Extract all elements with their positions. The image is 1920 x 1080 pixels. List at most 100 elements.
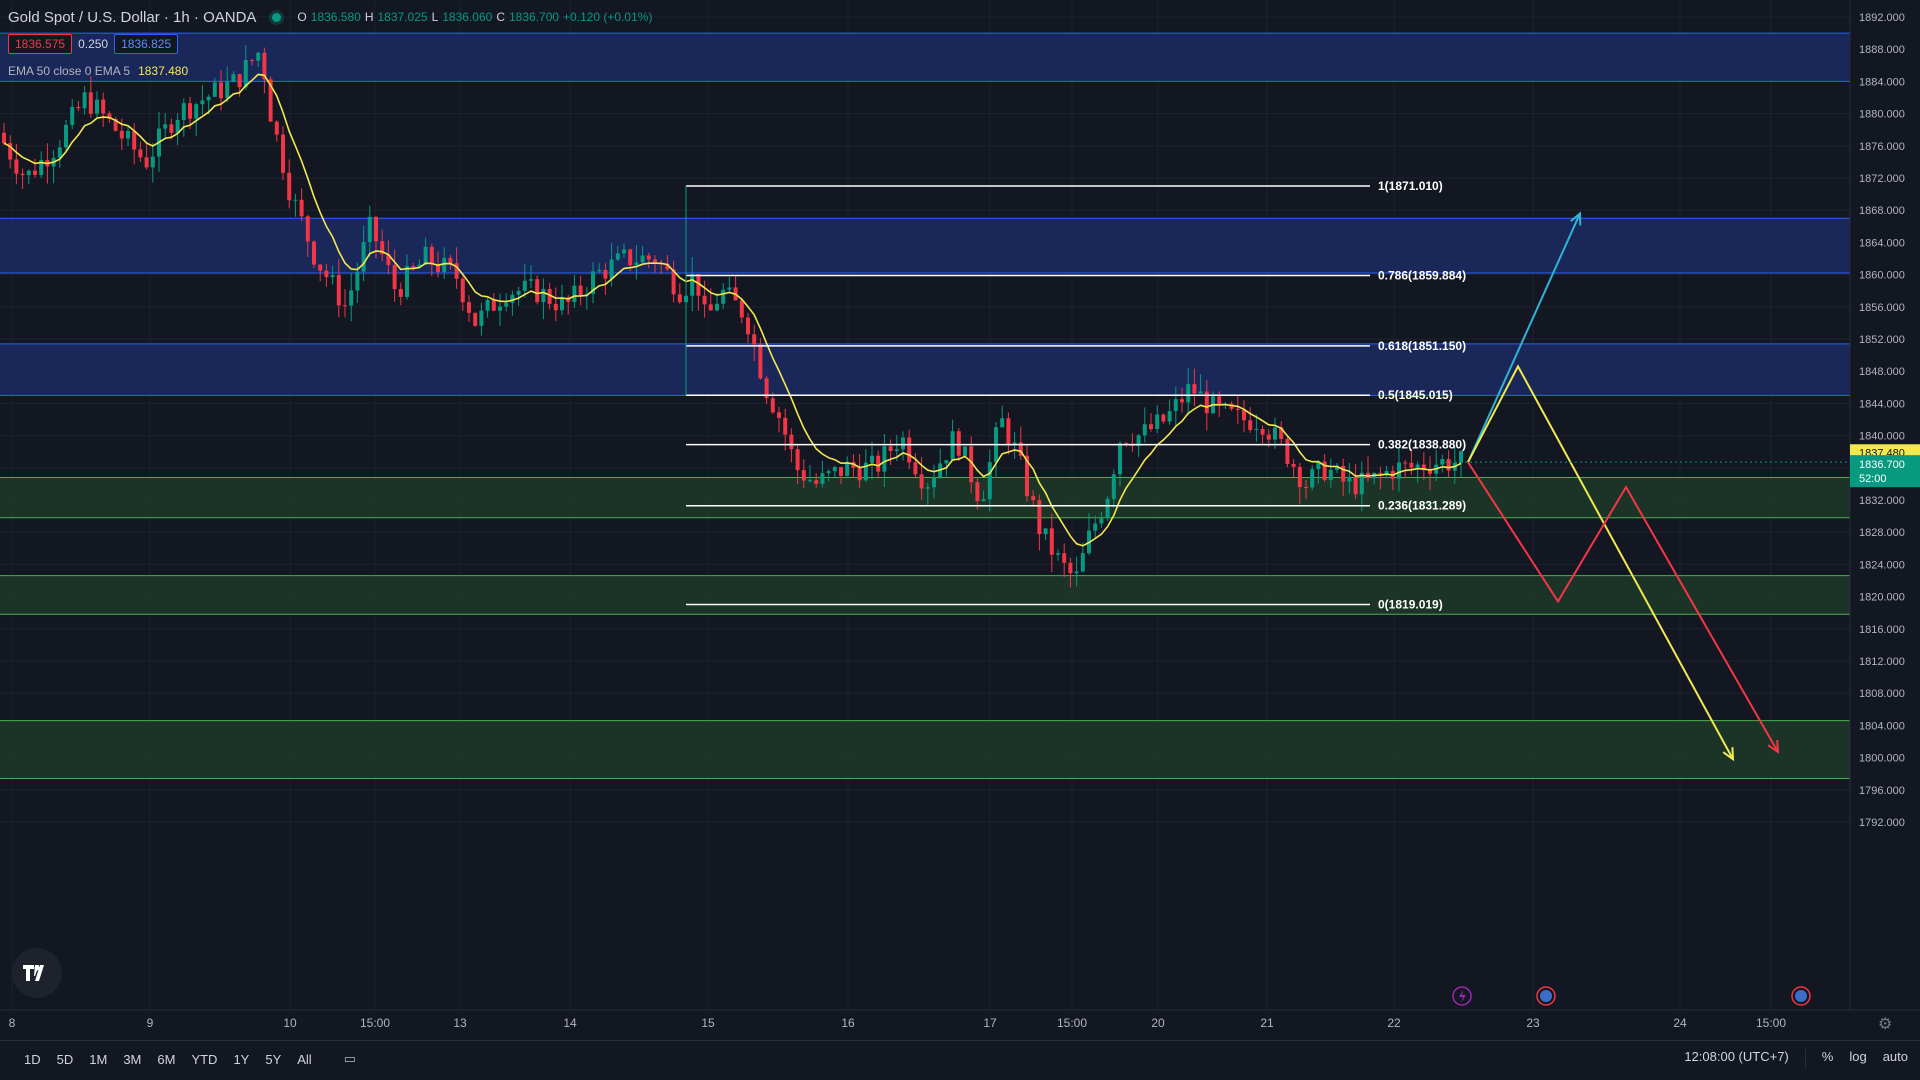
- candle-body: [1198, 391, 1203, 394]
- candle-body: [243, 60, 248, 88]
- timeframe-5d[interactable]: 5D: [49, 1052, 82, 1067]
- candle-body: [708, 304, 713, 311]
- candle-body: [628, 249, 633, 266]
- date-range-icon[interactable]: ▭: [344, 1051, 356, 1067]
- log-toggle[interactable]: log: [1849, 1049, 1866, 1069]
- candle-body: [944, 460, 949, 464]
- timeframe-6m[interactable]: 6M: [149, 1052, 183, 1067]
- candle-body: [888, 446, 893, 451]
- auto-toggle[interactable]: auto: [1883, 1049, 1908, 1069]
- price-axis-label: 1800.000: [1859, 753, 1905, 765]
- candle-body: [832, 467, 837, 472]
- candle-body: [1099, 518, 1104, 524]
- settings-gear-icon[interactable]: ⚙: [1878, 1014, 1892, 1034]
- candle-body: [188, 103, 192, 119]
- candle-body: [287, 172, 292, 201]
- price-axis-label: 1892.000: [1859, 12, 1905, 24]
- indicator-legend[interactable]: EMA 50 close 0 EMA 5 1837.480: [8, 64, 188, 78]
- candle-body: [1049, 528, 1054, 555]
- ohlc-close: 1836.700: [508, 10, 560, 24]
- candle-body: [975, 482, 980, 502]
- time-axis-label: 22: [1387, 1016, 1401, 1030]
- candle-body: [312, 241, 316, 265]
- candle-body: [597, 269, 602, 272]
- price-axis-label: 1868.000: [1859, 205, 1905, 217]
- candle-body: [423, 246, 428, 265]
- candle-body: [181, 103, 186, 120]
- time-axis-label: 13: [453, 1016, 467, 1030]
- zone-support-5: [0, 720, 1850, 779]
- percent-toggle[interactable]: %: [1822, 1049, 1834, 1069]
- us-flag-event-fill: [1540, 990, 1552, 1002]
- tradingview-logo-icon[interactable]: [12, 948, 62, 998]
- time-axis-label: 17: [983, 1016, 997, 1030]
- timeframe-ytd[interactable]: YTD: [183, 1052, 225, 1067]
- timeframe-3m[interactable]: 3M: [115, 1052, 149, 1067]
- ohlc-high: 1837.025: [377, 10, 428, 24]
- candle-body: [442, 257, 447, 272]
- fib-label-1: 0.786(1859.884): [1378, 269, 1466, 283]
- candle-body: [318, 264, 323, 271]
- symbol-title[interactable]: Gold Spot / U.S. Dollar · 1h · OANDA: [8, 9, 256, 26]
- timeframe-selector: 1D 5D 1M 3M 6M YTD 1Y 5Y All: [16, 1052, 320, 1067]
- candle-body: [1056, 553, 1060, 555]
- candle-body: [963, 446, 967, 456]
- candle-body: [783, 417, 788, 435]
- candle-body: [163, 124, 168, 129]
- timeframe-all[interactable]: All: [289, 1052, 319, 1067]
- price-chart[interactable]: 1(1871.010) 0.786(1859.884) 0.618(1851.150…: [0, 0, 1920, 1040]
- zone-resistance-0: [0, 33, 1850, 82]
- candle-body: [801, 470, 806, 481]
- candle-body: [479, 310, 484, 326]
- candle-body: [1006, 418, 1011, 446]
- candle-body: [560, 297, 564, 311]
- bid-ask-panel: 1836.575 0.250 1836.825: [8, 34, 179, 54]
- candle-body: [88, 92, 93, 114]
- candle-body: [1446, 459, 1451, 471]
- candle-body: [398, 289, 403, 297]
- time-axis-label: 21: [1260, 1016, 1274, 1030]
- timeframe-1d[interactable]: 1D: [16, 1052, 49, 1067]
- candle-body: [1297, 466, 1302, 488]
- candle-body: [460, 278, 465, 303]
- divider: [1804, 1049, 1806, 1069]
- price-axis-label: 1848.000: [1859, 366, 1905, 378]
- timeframe-1m[interactable]: 1M: [81, 1052, 115, 1067]
- candle-body: [615, 253, 620, 260]
- candle-body: [355, 271, 360, 291]
- candle-body: [324, 270, 329, 278]
- time-axis-label: 15:00: [1756, 1016, 1786, 1030]
- candle-body: [349, 290, 354, 306]
- candle-body: [1155, 414, 1160, 429]
- sell-button[interactable]: 1836.575: [8, 34, 73, 54]
- candle-body: [882, 446, 887, 472]
- candle-body: [1328, 469, 1333, 480]
- candle-body: [925, 487, 930, 489]
- candle-body: [1080, 553, 1085, 572]
- candle-body: [1161, 414, 1166, 422]
- candle-body: [1415, 464, 1420, 468]
- candle-body: [919, 474, 924, 489]
- time-axis-label: 14: [563, 1016, 577, 1030]
- buy-button[interactable]: 1836.825: [114, 34, 179, 54]
- candle-body: [677, 294, 682, 303]
- price-axis-label: 1820.000: [1859, 592, 1905, 604]
- candle-body: [212, 82, 217, 97]
- candle-body: [1043, 528, 1048, 535]
- candle-body: [857, 467, 862, 481]
- time-axis-label: 15:00: [360, 1016, 390, 1030]
- candle-body: [367, 216, 372, 243]
- candle-body: [572, 285, 577, 303]
- timeframe-5y[interactable]: 5Y: [257, 1052, 289, 1067]
- candle-body: [33, 170, 37, 175]
- candle-body: [119, 130, 124, 139]
- candle-body: [1273, 427, 1277, 440]
- ohlc-open-key: O: [297, 10, 307, 24]
- candle-body: [361, 242, 366, 272]
- candle-body: [1167, 411, 1172, 422]
- candle-body: [640, 255, 645, 263]
- clock-time[interactable]: 12:08:00 (UTC+7): [1684, 1049, 1788, 1069]
- candle-body: [913, 462, 918, 475]
- price-axis-label: 1880.000: [1859, 109, 1905, 121]
- timeframe-1y[interactable]: 1Y: [225, 1052, 257, 1067]
